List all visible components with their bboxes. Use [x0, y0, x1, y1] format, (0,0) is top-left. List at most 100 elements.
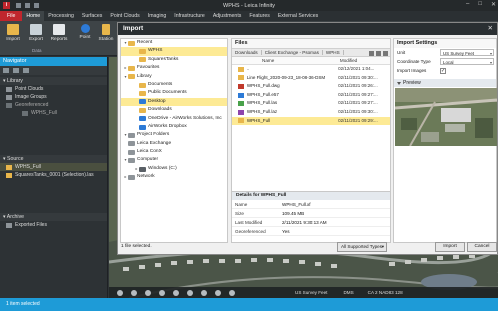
import-icon: [7, 24, 19, 35]
export-button[interactable]: Export: [25, 24, 47, 42]
crs-display[interactable]: CA 2 NAD83 128: [368, 290, 403, 295]
nav-item-georeferenced[interactable]: Georeferenced: [0, 101, 107, 109]
breadcrumb-item[interactable]: Downloads: [232, 50, 262, 55]
file-row[interactable]: WPHS_Full.las 02/11/2021 09:27:...: [232, 99, 390, 108]
tree-item[interactable]: Desktop: [121, 97, 227, 107]
tree-item[interactable]: ▸ Favourites: [121, 64, 227, 72]
file-row[interactable]: WPHS_Full 02/11/2021 09:29:...: [232, 116, 390, 126]
tab-surfaces[interactable]: Surfaces: [78, 11, 106, 21]
tree-item[interactable]: ▸ Network: [121, 173, 227, 181]
nav-item-point-clouds[interactable]: Point Clouds: [0, 85, 107, 93]
nav-item-wphs-full[interactable]: WPHS_Full: [0, 109, 107, 117]
tree-item[interactable]: Downloads: [121, 106, 227, 114]
layers-icon[interactable]: [201, 289, 207, 296]
view-3d-icon[interactable]: [215, 289, 221, 296]
file-row[interactable]: WPHS_Full.dwg 02/11/2021 09:26:...: [232, 82, 390, 91]
import-images-checkbox[interactable]: ✓: [440, 67, 446, 74]
nav-item-image-groups[interactable]: Image Groups: [0, 93, 107, 101]
coordinate-type-select[interactable]: Local: [440, 58, 494, 66]
units-display[interactable]: US Survey Feet: [295, 290, 327, 295]
measure-icon[interactable]: [187, 289, 193, 296]
import-images-row: Import Images ✓: [394, 66, 496, 75]
new-folder-icon[interactable]: [369, 51, 374, 56]
folder-gray-icon: [128, 158, 135, 164]
window-controls: – □ ✕: [466, 1, 496, 8]
station-button[interactable]: Station: [95, 24, 117, 42]
folder-gray-icon: [128, 132, 135, 138]
pan-icon[interactable]: [131, 289, 137, 296]
file-row[interactable]: Line Flight_2020-09-23_18-08-36-DSM 02/11…: [232, 74, 390, 83]
tree-item[interactable]: SquaresTanks: [121, 56, 227, 64]
file-row[interactable]: WPHS_Full.e57 02/11/2021 09:27:...: [232, 91, 390, 100]
save-icon[interactable]: [16, 3, 21, 8]
tab-infrastructure[interactable]: Infrastructure: [170, 11, 209, 21]
column-modified[interactable]: Modified: [326, 57, 390, 64]
settings-icon[interactable]: [117, 289, 123, 296]
close-window-icon[interactable]: ✕: [491, 1, 496, 8]
source-item-squarestanks[interactable]: SquaresTanks_0001 (Selection).las: [0, 171, 107, 179]
source-label: Source: [7, 156, 24, 162]
undo-icon[interactable]: [25, 3, 30, 8]
tree-item[interactable]: Leica ConX: [121, 148, 227, 156]
tab-features[interactable]: Features: [245, 11, 273, 21]
tab-external-services[interactable]: External Services: [274, 11, 322, 21]
tree-item[interactable]: ▾ Project Folders: [121, 131, 227, 139]
zoom-in-icon[interactable]: [145, 289, 151, 296]
tab-imaging[interactable]: Imaging: [144, 11, 170, 21]
ribbon-group-label: Data: [32, 48, 42, 53]
zoom-out-icon[interactable]: [159, 289, 165, 296]
tab-file[interactable]: File: [0, 11, 23, 21]
file-row[interactable]: WPHS_Full.laz 02/11/2021 09:30:...: [232, 108, 390, 117]
minimize-icon[interactable]: –: [466, 1, 469, 8]
ribbon-tabs: File Home Processing Surfaces Point Clou…: [0, 11, 498, 21]
tab-home[interactable]: Home: [22, 11, 45, 21]
breadcrumb-item[interactable]: WPHS: [323, 50, 344, 55]
preview-header[interactable]: Preview: [394, 79, 496, 87]
archive-section-header[interactable]: ▾ Archive: [0, 213, 107, 221]
redo-icon[interactable]: [34, 3, 39, 8]
tab-processing[interactable]: Processing: [44, 11, 78, 21]
column-name[interactable]: Name: [232, 57, 326, 64]
tree-item[interactable]: Public Documents: [121, 89, 227, 97]
tree-item[interactable]: ▾ Library: [121, 73, 227, 81]
tree-item[interactable]: ▸ Windows (C:): [121, 165, 227, 173]
detail-row: Last Modified 2/11/2021 9:30:13 AM: [232, 218, 390, 227]
import-confirm-button[interactable]: Import: [435, 242, 465, 252]
cancel-button[interactable]: Cancel: [467, 242, 497, 252]
unit-select[interactable]: US Survey Feet: [440, 49, 494, 57]
tree-item-label: Computer: [137, 157, 159, 163]
tree-item[interactable]: AirWorks Dropbox: [121, 123, 227, 131]
file-row[interactable]: .. 02/12/2021 1:04...: [232, 65, 390, 74]
import-button[interactable]: Import: [2, 24, 24, 42]
dialog-close-icon[interactable]: ✕: [488, 23, 493, 35]
file-modified: 02/12/2021 1:04...: [338, 66, 375, 71]
point-button[interactable]: Point: [74, 24, 96, 40]
tree-item[interactable]: ▾ Recent: [121, 39, 227, 47]
source-section-header[interactable]: ▾ Source: [0, 155, 107, 163]
tab-point-clouds[interactable]: Point Clouds: [106, 11, 143, 21]
preview-label: Preview: [403, 80, 421, 86]
maximize-icon[interactable]: □: [478, 1, 482, 8]
source-item-wphs-full[interactable]: WPHS_Full: [0, 163, 107, 171]
archive-item-exported-files[interactable]: Exported Files: [0, 221, 107, 229]
tree-item[interactable]: ▾ Computer: [121, 156, 227, 164]
tree-item[interactable]: Documents: [121, 81, 227, 89]
tree-item[interactable]: OneDrive - AirWorks Solutions, Inc: [121, 115, 227, 123]
library-section-header[interactable]: ▾ Library: [0, 77, 107, 85]
breadcrumb-item[interactable]: Client Exchange - Psomas: [262, 50, 323, 55]
zoom-extent-icon[interactable]: [173, 289, 179, 296]
file-type-filter[interactable]: All Supported Types ▾: [337, 242, 387, 252]
tab-adjustments[interactable]: Adjustments: [209, 11, 246, 21]
filter-icon[interactable]: [3, 68, 9, 73]
expand-icon[interactable]: [13, 68, 19, 73]
collapse-icon[interactable]: [23, 68, 29, 73]
rotate-icon[interactable]: [229, 289, 235, 296]
tree-item[interactable]: Leica Exchange: [121, 140, 227, 148]
view-icon[interactable]: [376, 51, 381, 56]
reports-button[interactable]: Reports: [48, 24, 70, 42]
refresh-icon[interactable]: [383, 51, 388, 56]
tree-item[interactable]: WPHS: [121, 47, 227, 56]
format-display[interactable]: DMS: [343, 290, 353, 295]
archive-label: Archive: [6, 214, 25, 220]
file-modified: 02/11/2021 09:30:...: [338, 74, 378, 80]
